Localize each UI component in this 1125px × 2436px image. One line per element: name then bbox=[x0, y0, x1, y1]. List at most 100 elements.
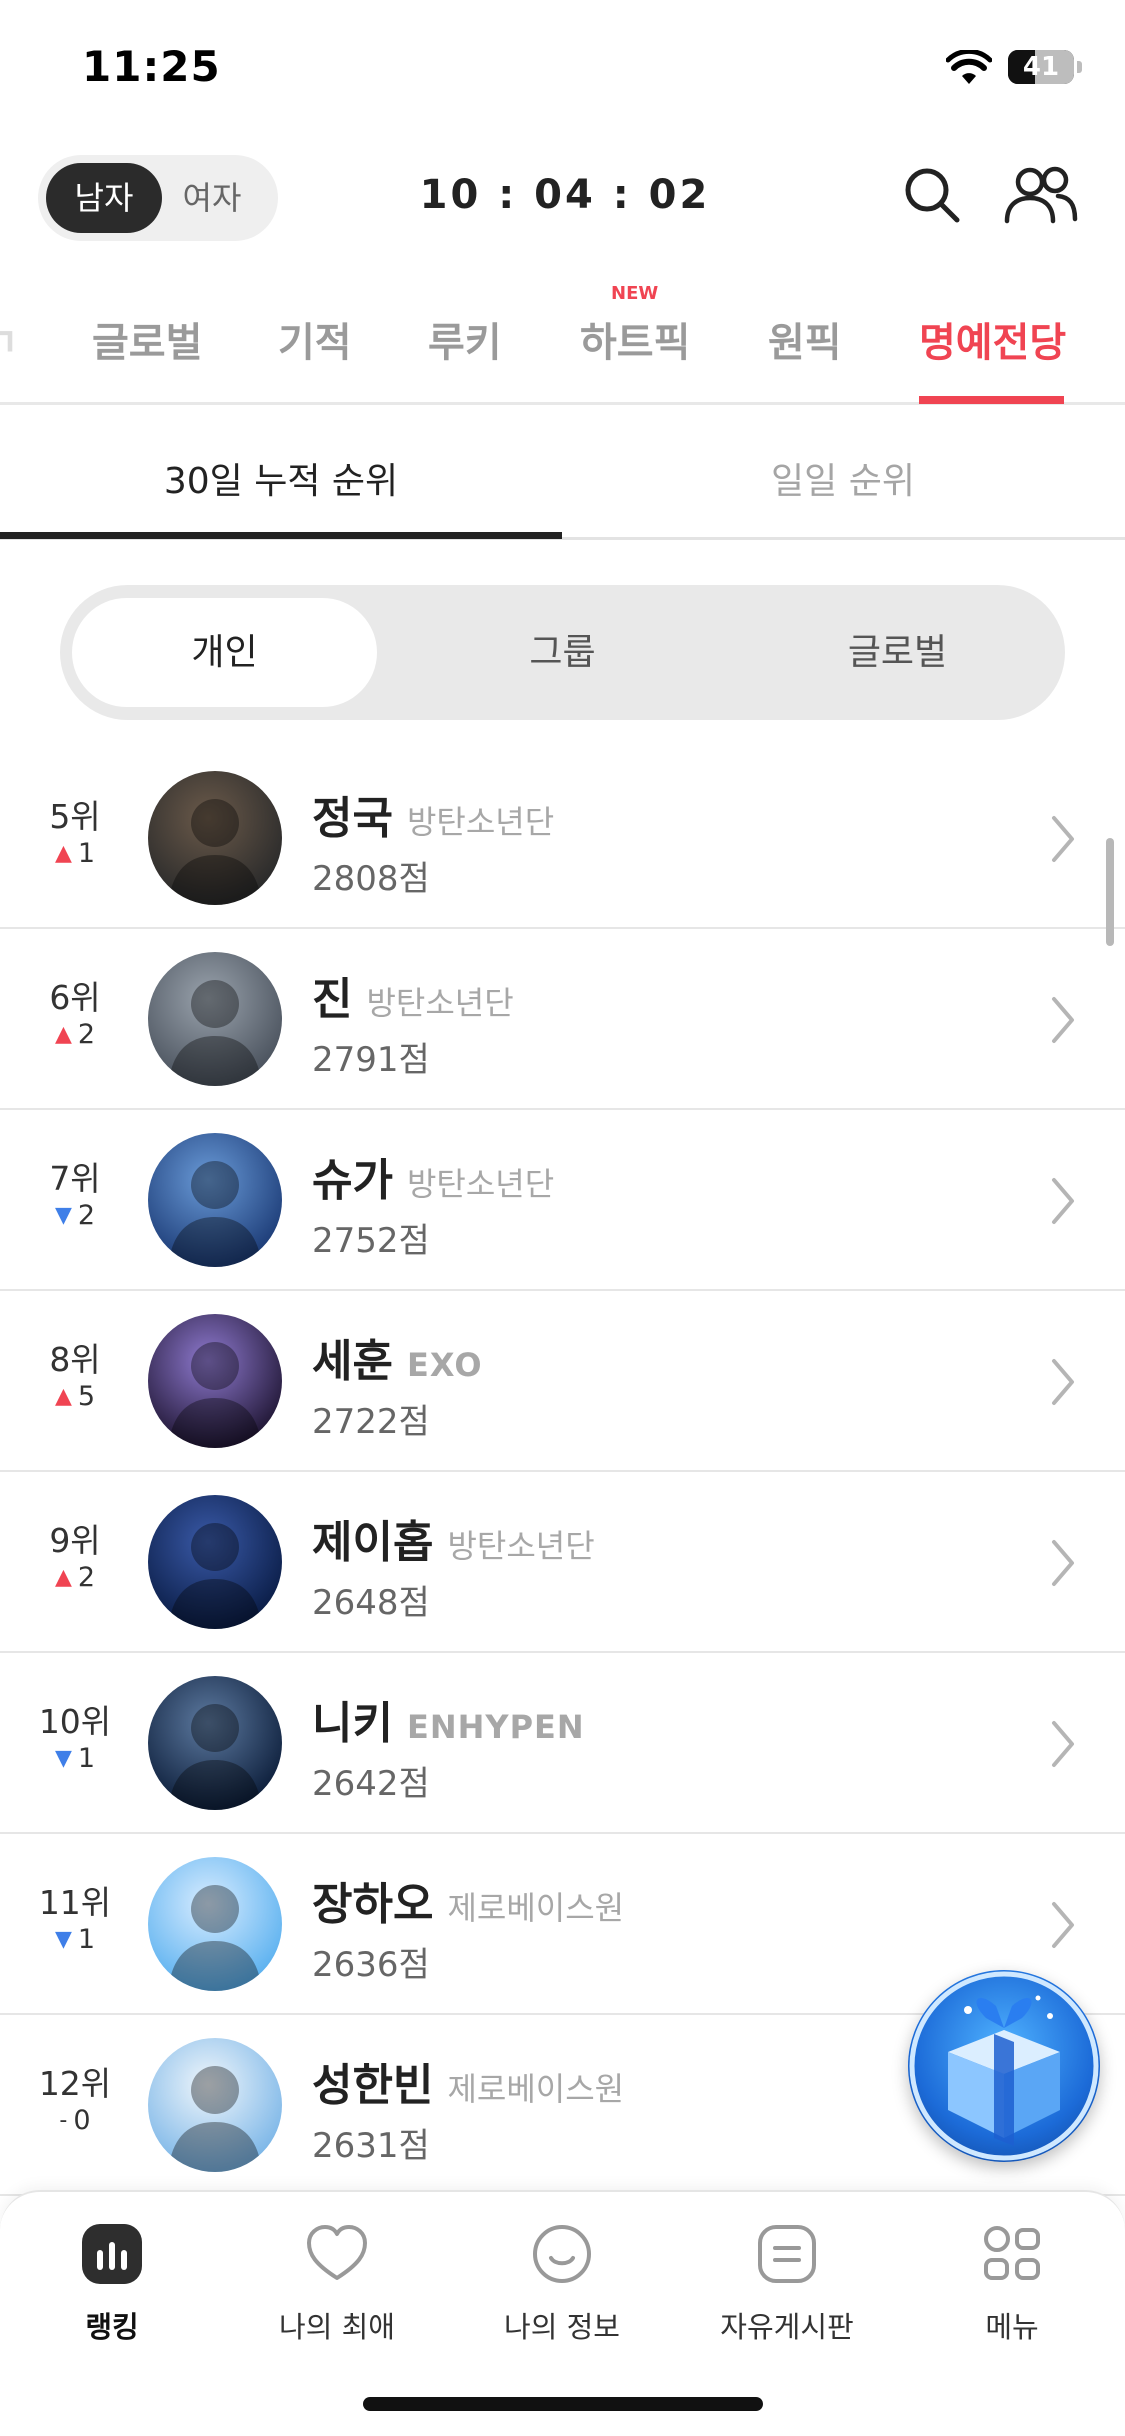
artist-score: 2631점 bbox=[312, 2126, 430, 2166]
rank-number: 12위 bbox=[38, 2064, 112, 2103]
nav-ranking[interactable]: 랭킹 bbox=[12, 2222, 212, 2346]
gender-toggle: 남자 여자 bbox=[38, 155, 278, 241]
rank-change-value: 2 bbox=[77, 1562, 96, 1593]
wifi-icon bbox=[946, 50, 992, 84]
active-tab-indicator bbox=[919, 396, 1064, 404]
status-time: 11:25 bbox=[82, 42, 221, 91]
trend-down-icon: ▼ bbox=[54, 1746, 72, 1771]
segment-individual[interactable]: 개인 bbox=[72, 598, 377, 707]
artist-group: 제로베이스원 bbox=[447, 1889, 625, 1927]
artist-score: 2722점 bbox=[312, 1402, 430, 1442]
chevron-right-icon[interactable] bbox=[1050, 1176, 1078, 1226]
avatar bbox=[148, 2038, 282, 2172]
ranking-row[interactable]: 5위 ▲ 1 정국 방탄소년단 2808점 bbox=[0, 748, 1125, 929]
artist-score: 2648점 bbox=[312, 1583, 430, 1623]
chevron-right-icon[interactable] bbox=[1050, 1538, 1078, 1588]
trend-same-icon: - bbox=[59, 2108, 68, 2133]
artist-score: 2642점 bbox=[312, 1764, 430, 1804]
artist-name: 슈가 bbox=[312, 1155, 393, 1206]
tab-daily-ranking[interactable]: 일일 순위 bbox=[562, 452, 1124, 504]
battery-icon: 41 bbox=[1008, 50, 1074, 84]
ranking-row[interactable]: 6위 ▲ 2 진 방탄소년단 2791점 bbox=[0, 929, 1125, 1110]
tab-30day-cumulative[interactable]: 30일 누적 순위 bbox=[0, 452, 562, 504]
artist-name: 제이홉 bbox=[312, 1517, 434, 1568]
rank-change: ▲ 5 bbox=[0, 1381, 150, 1412]
gift-box-icon bbox=[909, 1971, 1099, 2161]
trend-up-icon: ▲ bbox=[54, 1565, 72, 1590]
gift-button[interactable] bbox=[908, 1970, 1100, 2162]
artist-name-line: 니키 ENHYPEN bbox=[312, 1687, 585, 1751]
artist-name-line: 성한빈 제로베이스원 bbox=[312, 2049, 624, 2113]
trend-up-icon: ▲ bbox=[54, 1022, 72, 1047]
ranking-row[interactable]: 9위 ▲ 2 제이홉 방탄소년단 2648점 bbox=[0, 1472, 1125, 1653]
chevron-right-icon[interactable] bbox=[1050, 814, 1078, 864]
tab-global[interactable]: 글로벌 bbox=[92, 310, 202, 368]
segment-group[interactable]: 그룹 bbox=[410, 598, 715, 707]
gender-male-option[interactable]: 남자 bbox=[46, 163, 162, 233]
rank-change: ▼ 1 bbox=[0, 1924, 150, 1955]
avatar bbox=[148, 1314, 282, 1448]
battery-level: 41 bbox=[1022, 52, 1060, 82]
tab-rookie[interactable]: 루키 bbox=[428, 310, 502, 368]
ranking-row[interactable]: 10위 ▼ 1 니키 ENHYPEN 2642점 bbox=[0, 1653, 1125, 1834]
avatar bbox=[148, 1857, 282, 1991]
tab-onepick[interactable]: 원픽 bbox=[768, 310, 842, 368]
home-indicator[interactable] bbox=[363, 2397, 763, 2411]
artist-group: EXO bbox=[406, 1346, 483, 1384]
rank-number: 8위 bbox=[49, 1340, 101, 1379]
artist-name-line: 슈가 방탄소년단 bbox=[312, 1144, 554, 1208]
artist-score: 2791점 bbox=[312, 1040, 430, 1080]
ranking-chart-icon bbox=[82, 2224, 142, 2284]
nav-free-board[interactable]: 자유게시판 bbox=[687, 2222, 887, 2346]
rank-change: ▲ 2 bbox=[0, 1562, 150, 1593]
chevron-right-icon[interactable] bbox=[1050, 995, 1078, 1045]
artist-name-line: 세훈 EXO bbox=[312, 1325, 483, 1389]
artist-name-line: 진 방탄소년단 bbox=[312, 963, 514, 1027]
rank-change-value: 0 bbox=[73, 2105, 91, 2136]
artist-name: 정국 bbox=[312, 793, 393, 844]
artist-name-line: 제이홉 방탄소년단 bbox=[312, 1506, 595, 1570]
avatar bbox=[148, 952, 282, 1086]
rank-change: ▲ 2 bbox=[0, 1019, 150, 1050]
heart-icon bbox=[307, 2225, 367, 2280]
artist-score: 2752점 bbox=[312, 1221, 430, 1261]
artist-group: 방탄소년단 bbox=[406, 803, 555, 841]
artist-name: 세훈 bbox=[312, 1336, 393, 1387]
nav-menu[interactable]: 메뉴 bbox=[912, 2222, 1112, 2346]
ranking-row[interactable]: 8위 ▲ 5 세훈 EXO 2722점 bbox=[0, 1291, 1125, 1472]
artist-group: 방탄소년단 bbox=[366, 984, 514, 1022]
rank-change-value: 5 bbox=[77, 1381, 96, 1412]
tab-miracle[interactable]: 기적 bbox=[278, 310, 352, 368]
scrollbar[interactable] bbox=[1106, 838, 1114, 946]
gender-female-option[interactable]: 여자 bbox=[154, 163, 270, 233]
chevron-right-icon[interactable] bbox=[1050, 1357, 1078, 1407]
avatar bbox=[148, 1495, 282, 1629]
chevron-right-icon[interactable] bbox=[1050, 1900, 1078, 1950]
ranking-type-segment: 개인 그룹 글로벌 bbox=[60, 585, 1065, 720]
artist-name-line: 장하오 제로베이스원 bbox=[312, 1868, 624, 1932]
rank-change-value: 2 bbox=[77, 1200, 96, 1231]
nav-my-info[interactable]: 나의 정보 bbox=[462, 2222, 662, 2346]
nav-my-favorite[interactable]: 나의 최애 bbox=[237, 2222, 437, 2346]
artist-name: 성한빈 bbox=[312, 2060, 434, 2111]
ranking-row[interactable]: 7위 ▼ 2 슈가 방탄소년단 2752점 bbox=[0, 1110, 1125, 1291]
status-bar: 11:25 41 bbox=[0, 0, 1125, 140]
rank-change-value: 1 bbox=[77, 1924, 96, 1955]
board-icon bbox=[758, 2225, 816, 2283]
chevron-right-icon[interactable] bbox=[1050, 1719, 1078, 1769]
rank-change-value: 1 bbox=[77, 838, 96, 869]
tab-heartpick[interactable]: 하트픽 bbox=[580, 310, 690, 368]
search-icon[interactable] bbox=[902, 165, 962, 225]
segment-global[interactable]: 글로벌 bbox=[745, 598, 1050, 707]
artist-score: 2808점 bbox=[312, 859, 430, 899]
artist-group: 방탄소년단 bbox=[406, 1165, 555, 1203]
new-badge: NEW bbox=[611, 283, 659, 304]
tab-hall-of-fame[interactable]: 명예전당 bbox=[919, 310, 1066, 368]
artist-group: 방탄소년단 bbox=[447, 1527, 595, 1565]
rank-change-value: 1 bbox=[77, 1743, 96, 1774]
rank-number: 5위 bbox=[49, 797, 101, 836]
trend-down-icon: ▼ bbox=[54, 1927, 72, 1952]
avatar bbox=[148, 1133, 282, 1267]
rank-number: 9위 bbox=[49, 1521, 101, 1560]
people-icon[interactable] bbox=[1004, 165, 1078, 225]
